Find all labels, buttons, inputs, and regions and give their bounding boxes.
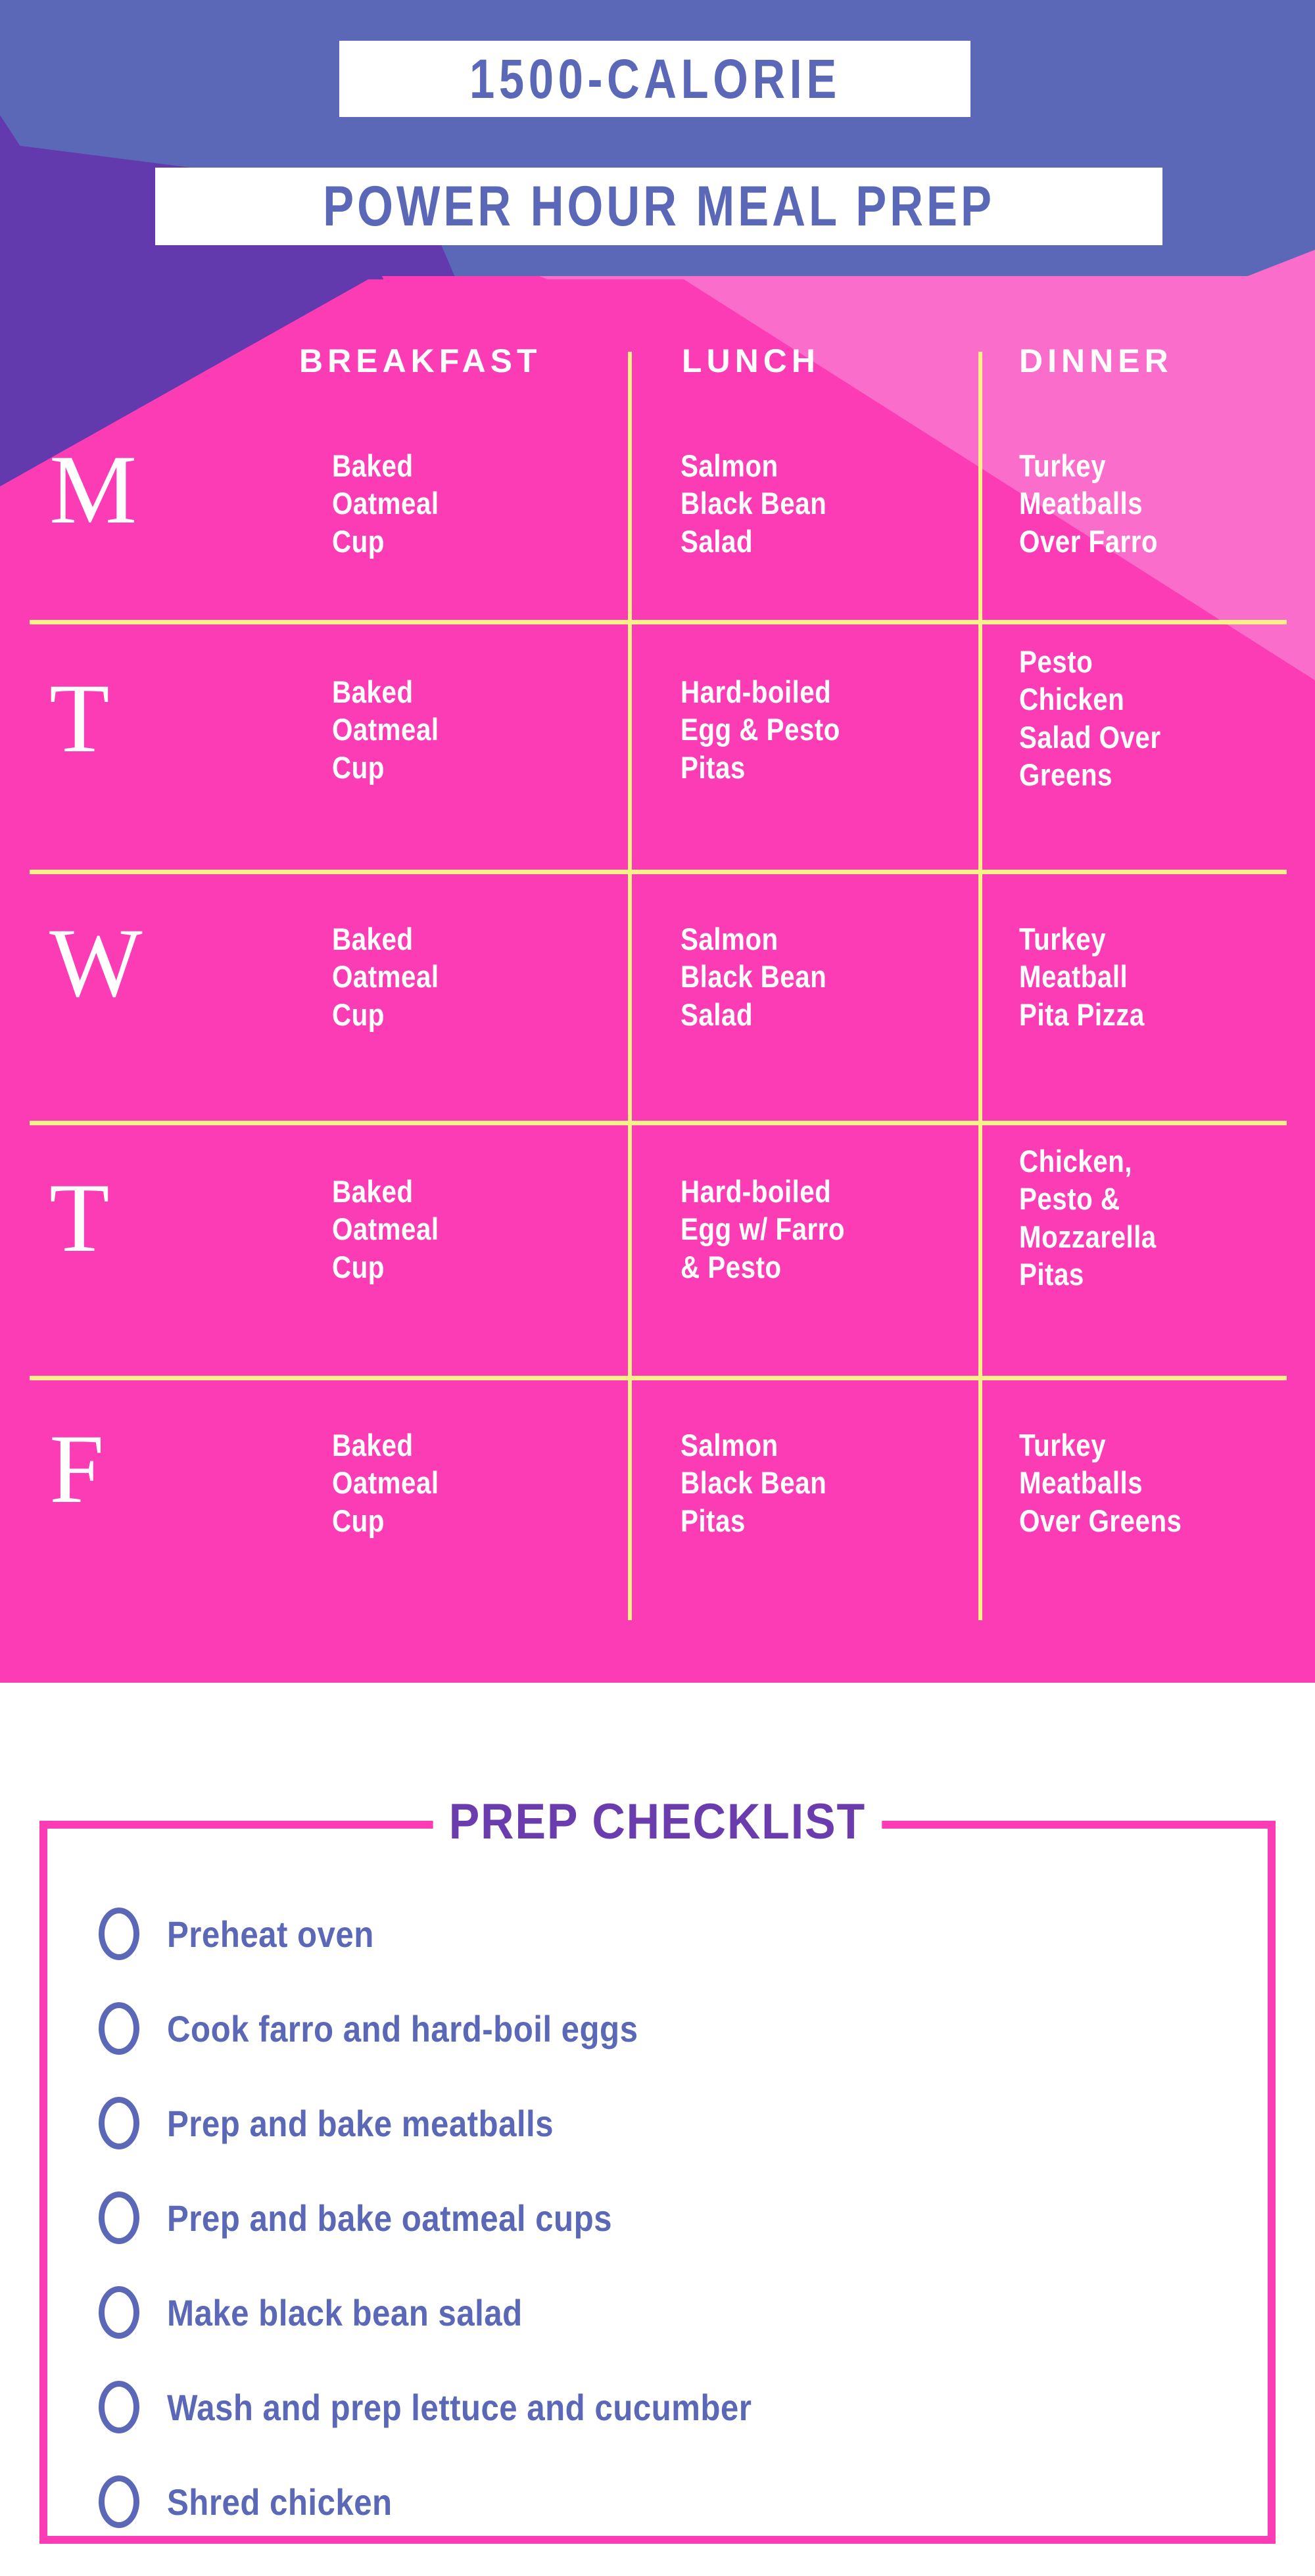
checklist-title-wrapper: PREP CHECKLIST: [0, 1793, 1315, 1850]
checkbox-circle-icon[interactable]: [99, 2286, 139, 2339]
meal-cell-lunch: Hard-boiled Egg w/ Farro & Pesto: [681, 1174, 845, 1284]
checklist-item-label: Prep and bake meatballs: [167, 2102, 554, 2144]
checklist-item-label: Cook farro and hard-boil eggs: [167, 2007, 638, 2049]
meal-cell-dinner: Turkey Meatballs Over Farro: [1019, 448, 1158, 559]
checklist-item-label: Prep and bake oatmeal cups: [167, 2197, 612, 2239]
table-row: F Baked Oatmeal Cup Salmon Black Bean Pi…: [0, 1400, 1315, 1637]
day-letter: M: [49, 435, 137, 544]
list-item[interactable]: Prep and bake oatmeal cups: [99, 2170, 1216, 2265]
meal-cell-dinner: Turkey Meatballs Over Greens: [1019, 1428, 1182, 1538]
checklist-items: Preheat oven Cook farro and hard-boil eg…: [99, 1886, 1216, 2549]
column-header-breakfast: BREAKFAST: [299, 342, 542, 379]
title-band-calorie: 1500-CALORIE: [339, 41, 970, 117]
list-item[interactable]: Preheat oven: [99, 1886, 1216, 1981]
checkbox-circle-icon[interactable]: [99, 2191, 139, 2244]
meal-cell-breakfast: Baked Oatmeal Cup: [332, 922, 439, 1032]
day-letter: W: [49, 908, 143, 1018]
meal-cell-lunch: Salmon Black Bean Salad: [681, 448, 827, 559]
page-title-line-2: POWER HOUR MEAL PREP: [323, 174, 995, 238]
list-item[interactable]: Prep and bake meatballs: [99, 2076, 1216, 2170]
meal-cell-dinner: Pesto Chicken Salad Over Greens: [1019, 644, 1161, 792]
row-divider-1: [30, 620, 1287, 624]
row-divider-2: [30, 870, 1287, 874]
row-divider-3: [30, 1121, 1287, 1125]
page-title-line-1: 1500-CALORIE: [469, 47, 841, 110]
checkbox-circle-icon[interactable]: [99, 1908, 139, 1960]
list-item[interactable]: Wash and prep lettuce and cucumber: [99, 2360, 1216, 2454]
checklist-item-label: Preheat oven: [167, 1913, 374, 1955]
meal-cell-breakfast: Baked Oatmeal Cup: [332, 1428, 439, 1538]
list-item[interactable]: Cook farro and hard-boil eggs: [99, 1981, 1216, 2076]
table-row: T Baked Oatmeal Cup Hard-boiled Egg & Pe…: [0, 644, 1315, 889]
column-header-lunch: LUNCH: [682, 342, 820, 379]
day-letter: F: [49, 1415, 105, 1524]
checkbox-circle-icon[interactable]: [99, 2475, 139, 2528]
checkbox-circle-icon[interactable]: [99, 2002, 139, 2055]
row-divider-4: [30, 1376, 1287, 1380]
meal-cell-breakfast: Baked Oatmeal Cup: [332, 448, 439, 559]
checklist-item-label: Wash and prep lettuce and cucumber: [167, 2386, 752, 2428]
day-letter: T: [49, 1163, 110, 1273]
column-header-dinner: DINNER: [1019, 342, 1173, 379]
meal-cell-lunch: Hard-boiled Egg & Pesto Pitas: [681, 674, 840, 785]
checklist-title: PREP CHECKLIST: [433, 1793, 882, 1850]
title-band-power-hour: POWER HOUR MEAL PREP: [155, 168, 1162, 245]
meal-cell-dinner: Turkey Meatball Pita Pizza: [1019, 922, 1145, 1032]
prep-checklist-section: PREP CHECKLIST Preheat oven Cook farro a…: [0, 1683, 1315, 2576]
list-item[interactable]: Make black bean salad: [99, 2265, 1216, 2360]
list-item[interactable]: Shred chicken: [99, 2454, 1216, 2549]
checkbox-circle-icon[interactable]: [99, 2381, 139, 2433]
table-row: M Baked Oatmeal Cup Salmon Black Bean Sa…: [0, 421, 1315, 664]
meal-plan-table: BREAKFAST LUNCH DINNER M Baked Oatmeal C…: [0, 322, 1315, 1630]
checkbox-circle-icon[interactable]: [99, 2097, 139, 2149]
meal-cell-lunch: Salmon Black Bean Pitas: [681, 1428, 827, 1538]
meal-cell-breakfast: Baked Oatmeal Cup: [332, 1174, 439, 1284]
meal-cell-dinner: Chicken, Pesto & Mozzarella Pitas: [1019, 1144, 1157, 1292]
checklist-item-label: Shred chicken: [167, 2481, 393, 2523]
meal-cell-lunch: Salmon Black Bean Salad: [681, 922, 827, 1032]
table-row: T Baked Oatmeal Cup Hard-boiled Egg w/ F…: [0, 1144, 1315, 1388]
meal-cell-breakfast: Baked Oatmeal Cup: [332, 674, 439, 785]
table-row: W Baked Oatmeal Cup Salmon Black Bean Sa…: [0, 894, 1315, 1137]
checklist-item-label: Make black bean salad: [167, 2291, 523, 2333]
day-letter: T: [49, 664, 110, 773]
